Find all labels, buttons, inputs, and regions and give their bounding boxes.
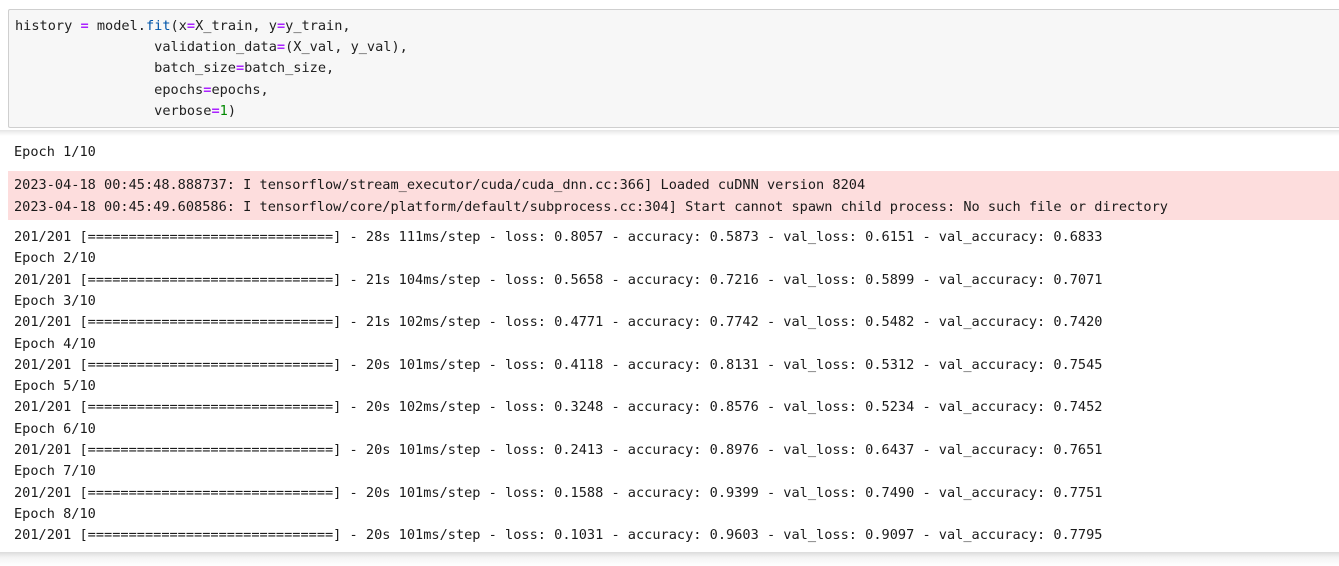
code-token: ) (227, 102, 236, 119)
cell-output[interactable]: Epoch 1/10 2023-04-18 00:45:48.888737: I… (0, 136, 1339, 552)
code-token: batch_size (154, 60, 236, 77)
code-token: fit (145, 18, 171, 34)
epoch-header: Epoch 8/10 (14, 505, 96, 522)
epoch-header: Epoch 3/10 (14, 292, 96, 309)
code-line-3: batch_size=batch_size, (15, 60, 334, 76)
code-line-1: history = model.fit(x=X_train, y=y_train… (15, 18, 351, 34)
code-line-5: verbose=1) (15, 103, 236, 119)
code-token: y_train, (285, 18, 351, 34)
code-token: validation_data (154, 39, 277, 56)
code-line-4: epochs=epochs, (15, 82, 269, 98)
progress-line: 201/201 [==============================]… (14, 356, 1103, 373)
code-line-2: validation_data=(X_val, y_val), (15, 39, 408, 55)
code-editor[interactable]: history = model.fit(x=X_train, y=y_train… (15, 16, 408, 122)
progress-line: 201/201 [==============================]… (14, 271, 1103, 288)
code-token: verbose (154, 102, 212, 119)
code-token: = (235, 60, 245, 77)
progress-line: 201/201 [==============================]… (14, 399, 1103, 416)
code-token: 1 (219, 102, 228, 119)
code-token: = (276, 39, 286, 56)
progress-line: 201/201 [==============================]… (14, 314, 1103, 331)
progress-line: 201/201 [==============================]… (14, 442, 1103, 458)
code-token: model. (96, 18, 146, 34)
epoch-header: Epoch 1/10 (14, 144, 96, 160)
code-token: (X_val, y_val), (285, 39, 408, 56)
scroll-shadow (0, 552, 1339, 566)
code-token: = (186, 18, 196, 34)
code-token: = (80, 18, 89, 34)
code-token: batch_size, (244, 60, 335, 77)
code-cell-input[interactable]: history = model.fit(x=X_train, y=y_train… (8, 9, 1339, 128)
epoch-header: Epoch 4/10 (14, 335, 96, 352)
code-token: history (15, 18, 73, 34)
progress-line: 201/201 [==============================]… (14, 229, 1103, 245)
epoch-header: Epoch 5/10 (14, 378, 96, 395)
code-token: x (178, 18, 187, 34)
code-token: epochs, (211, 81, 269, 98)
progress-line: 201/201 [==============================]… (14, 484, 1103, 501)
code-token: epochs (154, 81, 204, 98)
epoch-header: Epoch 2/10 (14, 250, 96, 267)
code-token: ( (170, 18, 179, 34)
epoch-header: Epoch 7/10 (14, 463, 96, 480)
code-token: X_train, (195, 18, 269, 34)
progress-line: 201/201 [==============================]… (14, 527, 1103, 544)
code-token: y (268, 18, 277, 34)
stderr-line: 2023-04-18 00:45:48.888737: I tensorflow… (14, 177, 866, 193)
epoch-header: Epoch 6/10 (14, 420, 96, 437)
code-token: = (211, 102, 220, 119)
stderr-output: 2023-04-18 00:45:48.888737: I tensorflow… (8, 171, 1339, 220)
stderr-line: 2023-04-18 00:45:49.608586: I tensorflow… (14, 199, 1168, 215)
code-token: = (276, 18, 286, 34)
